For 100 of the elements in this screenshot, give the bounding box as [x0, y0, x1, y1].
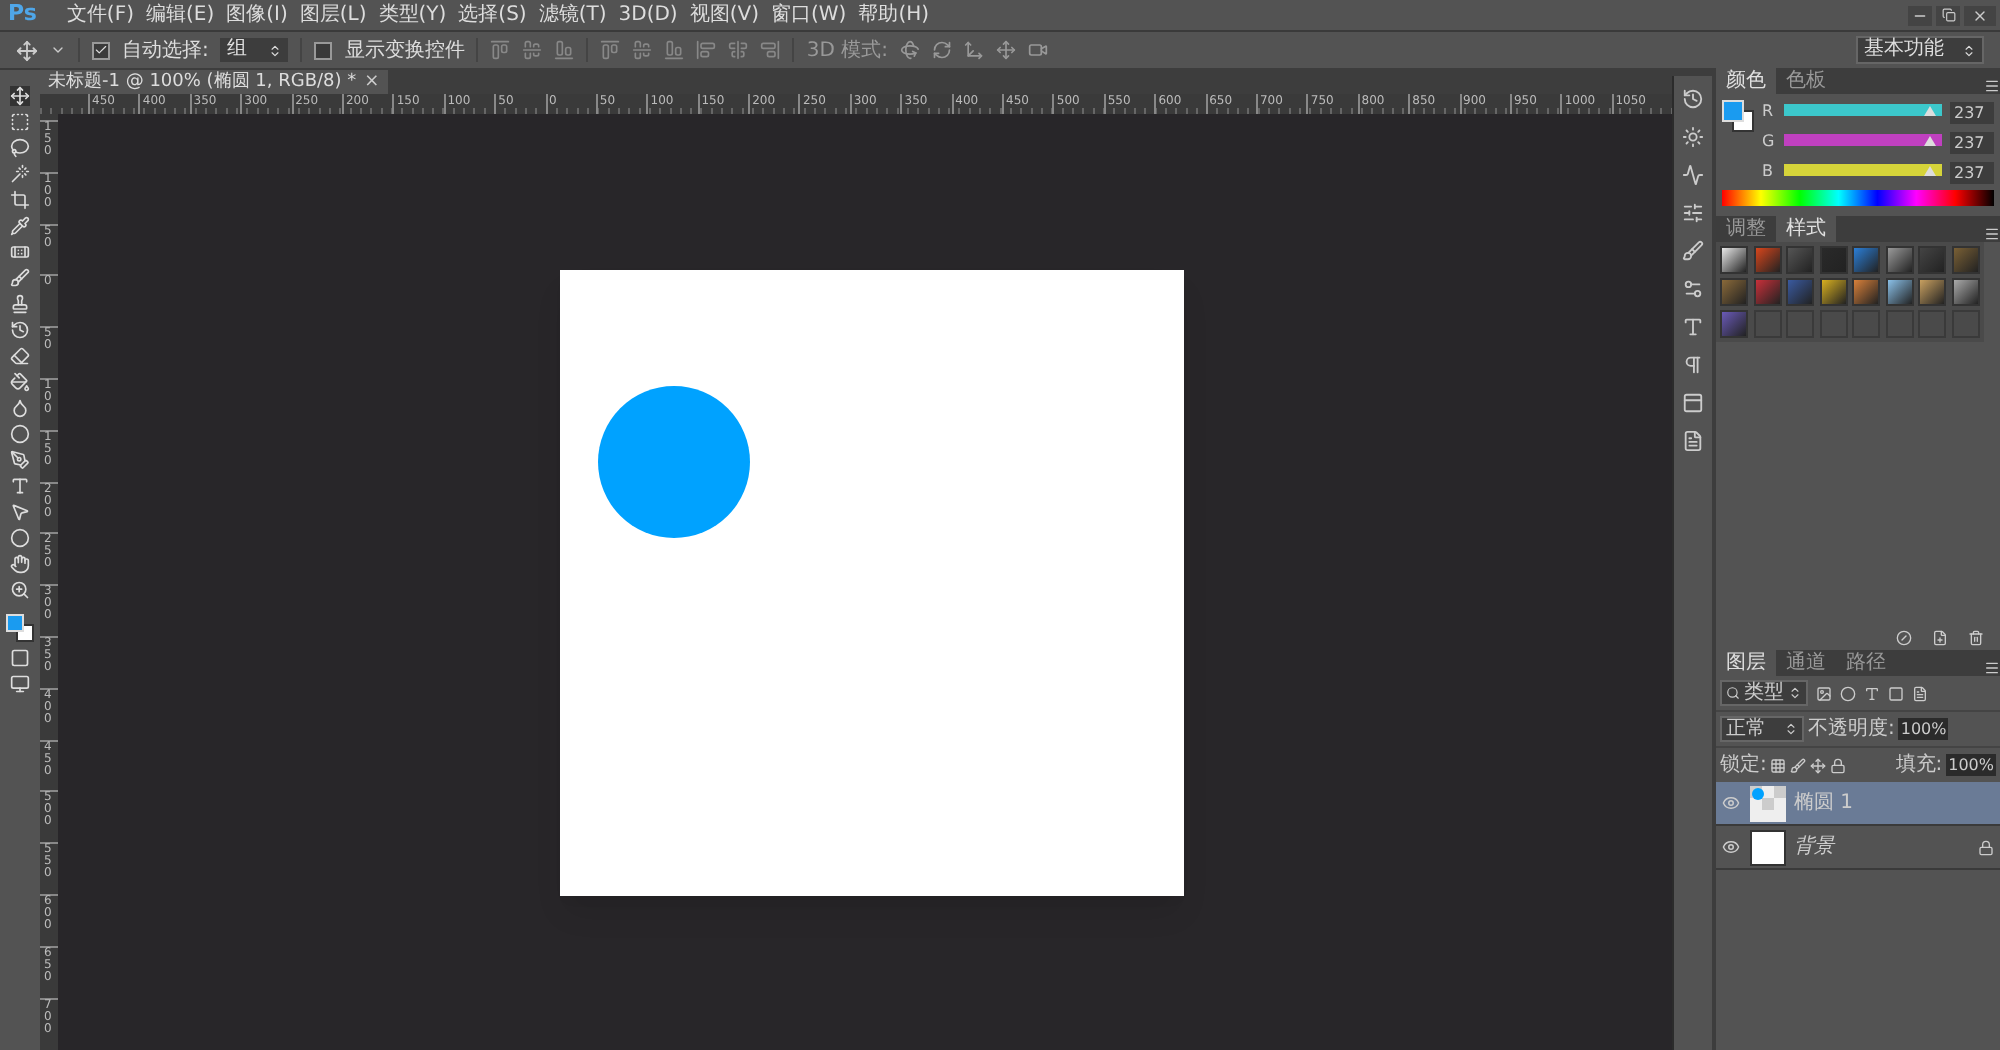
visibility-icon[interactable] [1722, 794, 1740, 812]
histogram-icon[interactable] [1682, 164, 1704, 186]
quick-mask-icon[interactable] [10, 648, 30, 668]
menu-item[interactable]: 类型(Y) [372, 2, 453, 28]
document-icon[interactable] [1682, 430, 1704, 452]
slider-thumb[interactable] [1924, 166, 1937, 176]
style-swatch[interactable] [1918, 246, 1946, 274]
menu-item[interactable]: 图像(I) [220, 2, 294, 28]
layer-name[interactable]: 背景 [1794, 835, 1970, 859]
panel-menu-icon[interactable] [1984, 660, 2000, 676]
menu-item[interactable]: 编辑(E) [139, 2, 221, 28]
slide-icon[interactable] [996, 40, 1016, 60]
slider-track[interactable] [1784, 164, 1942, 176]
sliders-icon[interactable] [1682, 202, 1704, 224]
slider-track[interactable] [1784, 104, 1942, 116]
color-spectrum[interactable] [1722, 190, 1994, 206]
color-swatches-icon[interactable] [6, 614, 34, 642]
lock-all-icon[interactable] [1830, 757, 1847, 773]
type-filter-icon[interactable] [1864, 685, 1880, 701]
style-swatch[interactable] [1786, 246, 1814, 274]
color-swatches-icon[interactable] [1722, 100, 1754, 132]
lasso-tool-icon[interactable] [10, 138, 30, 158]
history-brush-icon[interactable] [10, 320, 30, 340]
move-tool-icon[interactable] [16, 39, 38, 61]
slider-thumb[interactable] [1924, 136, 1937, 146]
menu-item[interactable]: 图层(L) [293, 2, 373, 28]
selection-tool-icon[interactable] [10, 502, 30, 522]
hand-tool-icon[interactable] [10, 554, 30, 574]
stamp-tool-icon[interactable] [10, 294, 30, 314]
slider-thumb[interactable] [1924, 106, 1937, 116]
screen-mode-icon[interactable] [10, 674, 30, 694]
style-swatch[interactable] [1819, 278, 1847, 306]
new-style-icon[interactable] [1932, 630, 1948, 646]
menu-item[interactable]: 3D(D) [612, 2, 684, 28]
brush-icon[interactable] [1682, 240, 1704, 262]
drag-3d-icon[interactable] [964, 40, 984, 60]
style-swatch[interactable] [1918, 278, 1946, 306]
style-swatch[interactable] [1753, 278, 1781, 306]
roll-icon[interactable] [932, 40, 952, 60]
paragraph-icon[interactable] [1682, 354, 1704, 376]
channel-value[interactable]: 237 [1950, 101, 1994, 123]
checkbox[interactable] [314, 41, 333, 59]
sun-icon[interactable] [1682, 126, 1704, 148]
style-swatch[interactable] [1720, 278, 1748, 306]
style-swatch[interactable] [1951, 278, 1979, 306]
menu-item[interactable]: 帮助(H) [852, 2, 936, 28]
menu-item[interactable]: 窗口(W) [764, 2, 853, 28]
style-swatch[interactable] [1951, 246, 1979, 274]
trash-icon[interactable] [1968, 630, 1984, 646]
style-swatch[interactable] [1753, 246, 1781, 274]
workspace-dropdown[interactable]: 基本功能 [1856, 36, 1984, 64]
tab-close-button[interactable]: × [364, 72, 380, 92]
style-swatch[interactable] [1786, 278, 1814, 306]
magic-wand-icon[interactable] [10, 164, 30, 184]
style-swatch[interactable] [1720, 246, 1748, 274]
blur-tool-icon[interactable] [10, 398, 30, 418]
brush-tool-icon[interactable] [10, 268, 30, 288]
eyedropper-icon[interactable] [10, 216, 30, 236]
style-swatch[interactable] [1885, 278, 1913, 306]
panel-menu-icon[interactable] [1984, 226, 2000, 242]
menu-item[interactable]: 选择(S) [452, 2, 533, 28]
filter-dropdown[interactable]: 类型 [1720, 680, 1808, 706]
lock-brush-icon[interactable] [1790, 757, 1807, 773]
lock-position-icon[interactable] [1810, 757, 1827, 773]
zoom-tool-icon[interactable] [10, 580, 30, 600]
panel-icon[interactable] [1682, 392, 1704, 414]
type-tool-icon[interactable] [10, 476, 30, 496]
slider-track[interactable] [1784, 134, 1942, 146]
ellipse-tool-icon[interactable] [10, 528, 30, 548]
shape-filter-icon[interactable] [1888, 685, 1904, 701]
pen-tool-icon[interactable] [10, 450, 30, 470]
visibility-icon[interactable] [1722, 838, 1740, 856]
style-swatch[interactable] [1720, 310, 1748, 338]
image-filter-icon[interactable] [1816, 685, 1832, 701]
style-swatch[interactable] [1819, 246, 1847, 274]
style-swatch[interactable] [1885, 246, 1913, 274]
document-tab[interactable]: 未标题-1 @ 100% (椭圆 1, RGB/8) * × [40, 70, 388, 94]
type-icon[interactable] [1682, 316, 1704, 338]
video-camera-icon[interactable] [1028, 40, 1048, 60]
close-button[interactable] [1964, 5, 1996, 25]
paint-bucket-icon[interactable] [10, 372, 30, 392]
channel-value[interactable]: 237 [1950, 131, 1994, 153]
style-swatch[interactable] [1852, 246, 1880, 274]
target-dropdown[interactable]: 组 [220, 38, 289, 62]
healing-tool-icon[interactable] [10, 242, 30, 262]
clear-style-icon[interactable] [1896, 630, 1912, 646]
style-swatch[interactable] [1852, 278, 1880, 306]
lock-pixels-icon[interactable] [1770, 757, 1787, 773]
panel-menu-icon[interactable] [1984, 78, 2000, 94]
fill-field[interactable]: 100% [1946, 754, 1996, 776]
opacity-field[interactable]: 100% [1898, 718, 1949, 740]
blend-mode-dropdown[interactable]: 正常 [1720, 716, 1804, 742]
move-tool-icon[interactable] [10, 86, 30, 106]
menu-item[interactable]: 滤镜(T) [532, 2, 613, 28]
rotate-3d-icon[interactable] [900, 40, 920, 60]
restore-button[interactable] [1936, 5, 1960, 25]
settings-icon[interactable] [1682, 278, 1704, 300]
checkbox[interactable] [92, 41, 110, 59]
eraser-tool-icon[interactable] [10, 346, 30, 366]
menu-item[interactable]: 文件(F) [60, 2, 140, 28]
